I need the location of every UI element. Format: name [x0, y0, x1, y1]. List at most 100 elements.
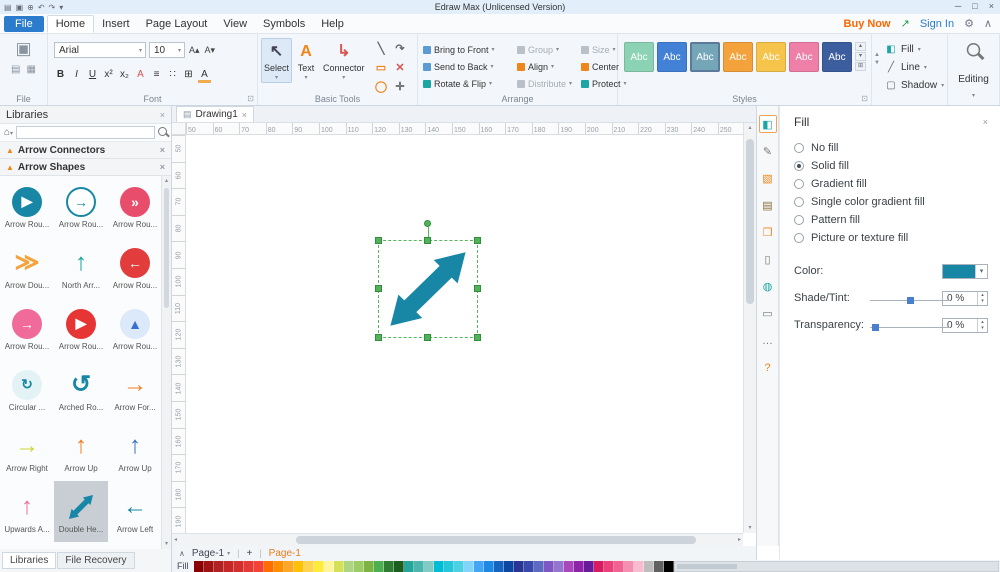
note-tool-icon[interactable]: ▭	[759, 304, 777, 322]
maximize-button[interactable]: □	[972, 1, 977, 11]
palette-color[interactable]	[654, 561, 664, 572]
palette-color[interactable]	[604, 561, 614, 572]
palette-color[interactable]	[474, 561, 484, 572]
picture-tool-icon[interactable]: ▤	[759, 196, 777, 214]
scroll-down-icon[interactable]: ▾	[855, 52, 866, 61]
font-style-button-5[interactable]: A	[134, 67, 147, 83]
scroll-right-icon[interactable]: ▸	[738, 534, 741, 546]
palette-color[interactable]	[434, 561, 444, 572]
palette-color[interactable]	[524, 561, 534, 572]
palette-color[interactable]	[194, 561, 204, 572]
draw-tool-3[interactable]: ✕	[391, 59, 409, 77]
library-shape-arrow-rou[interactable]: ▶Arrow Rou...	[54, 298, 108, 359]
fill-option-picture-or-texture-fill[interactable]: Picture or texture fill	[794, 229, 1000, 247]
library-shape-arrow-left[interactable]: ←Arrow Left	[108, 481, 162, 542]
font-style-button-4[interactable]: x₂	[118, 67, 131, 83]
menu-home[interactable]: Home	[47, 15, 94, 33]
help-tool-icon[interactable]: ?	[759, 358, 777, 376]
library-shape-arrow-rou[interactable]: ▲Arrow Rou...	[108, 298, 162, 359]
palette-color[interactable]	[384, 561, 394, 572]
scrollbar-thumb[interactable]	[677, 564, 737, 569]
palette-color[interactable]	[614, 561, 624, 572]
font-style-button-9[interactable]: A	[198, 67, 211, 83]
scroll-down-icon[interactable]: ▼	[874, 60, 880, 66]
arrange-rotate-flip[interactable]: Rotate & Flip▾	[423, 79, 515, 89]
scrollbar-thumb[interactable]	[746, 139, 754, 304]
palette-color[interactable]	[244, 561, 254, 572]
palette-color[interactable]	[424, 561, 434, 572]
palette-color[interactable]	[344, 561, 354, 572]
vertical-scrollbar[interactable]: ▴ ▾	[743, 123, 756, 533]
palette-color[interactable]	[624, 561, 634, 572]
menu-file[interactable]: File	[4, 16, 44, 32]
quick-access-icon[interactable]: ▤	[4, 3, 12, 12]
fill-tool-icon[interactable]: ◧	[759, 115, 777, 133]
home-icon[interactable]: ⌂▾	[4, 127, 13, 138]
font-style-button-8[interactable]: ⊞	[182, 67, 195, 83]
font-style-button-2[interactable]: U	[86, 67, 99, 83]
close-icon[interactable]: ×	[242, 110, 247, 120]
gear-icon[interactable]: ⚙	[964, 17, 974, 30]
horizontal-scrollbar[interactable]: ◂ ▸	[172, 533, 743, 546]
palette-color[interactable]	[444, 561, 454, 572]
palette-color[interactable]	[254, 561, 264, 572]
scroll-up-icon[interactable]: ▲	[874, 52, 880, 58]
library-shape-arrow-dou[interactable]: ≫Arrow Dou...	[0, 237, 54, 298]
palette-color[interactable]	[544, 561, 554, 572]
style-swatch-2[interactable]: Abc	[657, 42, 687, 72]
hyperlink-tool-icon[interactable]: ◍	[759, 277, 777, 295]
menu-symbols[interactable]: Symbols	[255, 16, 313, 32]
transparency-slider-thumb[interactable]	[872, 324, 879, 331]
palette-color[interactable]	[504, 561, 514, 572]
chevron-down-icon[interactable]: ▾	[948, 88, 999, 100]
quick-access-icon[interactable]: ⊕	[27, 3, 34, 12]
fill-option-solid-fill[interactable]: Solid fill	[794, 157, 1000, 175]
palette-color[interactable]	[464, 561, 474, 572]
close-button[interactable]: ×	[989, 1, 994, 11]
library-shape-arrow-rou[interactable]: »Arrow Rou...	[108, 176, 162, 237]
shade-slider[interactable]	[870, 297, 950, 304]
menu-view[interactable]: View	[215, 16, 255, 32]
palette-color[interactable]	[234, 561, 244, 572]
theme-tool-icon[interactable]: ▧	[759, 169, 777, 187]
scroll-left-icon[interactable]: ◂	[174, 534, 177, 546]
arrange-align[interactable]: Align▾	[517, 62, 579, 72]
arrange-send-to-back[interactable]: Send to Back▾	[423, 62, 515, 72]
font-size-select[interactable]: 10▾	[149, 42, 185, 58]
fill-option-pattern-fill[interactable]: Pattern fill	[794, 211, 1000, 229]
arrange-bring-to-front[interactable]: Bring to Front▾	[423, 45, 515, 55]
library-shape-arrow-rou[interactable]: ▶Arrow Rou...	[0, 176, 54, 237]
palette-color[interactable]	[494, 561, 504, 572]
quick-access-icon[interactable]: ▣	[16, 3, 24, 12]
palette-scrollbar[interactable]	[674, 561, 1000, 572]
library-shape-arrow-up[interactable]: ↑Arrow Up	[54, 420, 108, 481]
page-nav-dropdown[interactable]: Page-1▾	[192, 548, 230, 559]
spinner-arrows[interactable]: ▴▾	[977, 292, 987, 305]
rotation-handle[interactable]	[424, 220, 431, 227]
font-style-button-3[interactable]: x²	[102, 67, 115, 83]
palette-color[interactable]	[514, 561, 524, 572]
palette-color[interactable]	[404, 561, 414, 572]
active-page-tab[interactable]: Page-1	[269, 548, 301, 559]
resize-handle-r[interactable]	[474, 285, 481, 292]
style-swatch-5[interactable]: Abc	[756, 42, 786, 72]
shadow-button[interactable]: ▢Shadow▾	[885, 76, 944, 94]
resize-handle-tr[interactable]	[474, 237, 481, 244]
resize-handle-tl[interactable]	[375, 237, 382, 244]
palette-color[interactable]	[594, 561, 604, 572]
library-shape-arrow-rou[interactable]: →Arrow Rou...	[0, 298, 54, 359]
resize-handle-bl[interactable]	[375, 334, 382, 341]
palette-color[interactable]	[374, 561, 384, 572]
palette-color[interactable]	[274, 561, 284, 572]
new-document-button[interactable]: ▤	[11, 64, 20, 75]
palette-color[interactable]	[554, 561, 564, 572]
resize-handle-b[interactable]	[424, 334, 431, 341]
library-shape-arrow-right[interactable]: →Arrow Right	[0, 420, 54, 481]
page-tool-icon[interactable]: ▯	[759, 250, 777, 268]
scroll-up-icon[interactable]: ▴	[744, 123, 756, 133]
expand-styles-icon[interactable]: ⊞	[855, 62, 866, 71]
style-swatch-3[interactable]: Abc	[690, 42, 720, 72]
palette-color[interactable]	[584, 561, 594, 572]
spinner-arrows[interactable]: ▴▾	[977, 319, 987, 332]
menu-page-layout[interactable]: Page Layout	[138, 16, 216, 32]
